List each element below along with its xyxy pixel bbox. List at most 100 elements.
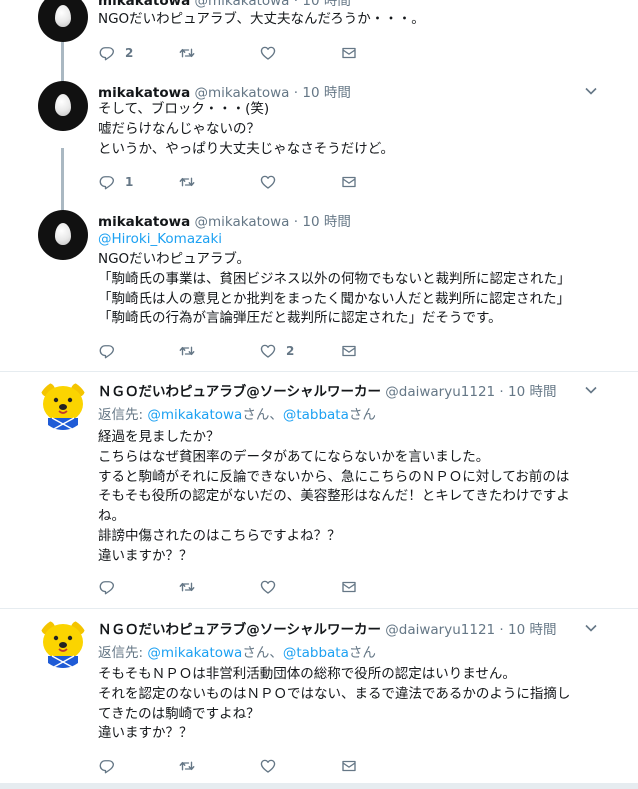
- chevron-down-icon[interactable]: [584, 383, 598, 397]
- retweet-icon: [179, 582, 195, 592]
- separator-dot: ·: [499, 384, 504, 400]
- envelope-icon: [342, 760, 356, 772]
- timestamp[interactable]: 10 時間: [302, 0, 350, 9]
- tweet-header: mikakatowa @mikakatowa · 10 時間: [98, 81, 351, 101]
- reply-button[interactable]: 2: [98, 43, 133, 63]
- like-button[interactable]: 2: [259, 341, 294, 361]
- mention-link[interactable]: @Hiroki_Komazaki: [98, 230, 608, 250]
- username[interactable]: @daiwaryu1121: [385, 384, 495, 400]
- separator-dot: ·: [293, 85, 299, 101]
- timestamp[interactable]: 10 時間: [508, 622, 556, 638]
- avatar[interactable]: [38, 618, 88, 668]
- avatar[interactable]: [38, 380, 88, 430]
- reply-prefix: 返信先:: [98, 645, 148, 661]
- envelope-icon: [342, 581, 356, 593]
- direct-message-button[interactable]: [340, 341, 358, 361]
- bear-avatar-image: [38, 380, 88, 430]
- egg-avatar-image: [55, 94, 71, 116]
- like-button[interactable]: [259, 756, 286, 776]
- tweet-actions: 1: [98, 172, 398, 192]
- heart-icon: [260, 580, 276, 594]
- heart-icon: [260, 759, 276, 773]
- timestamp[interactable]: 10 時間: [302, 214, 350, 230]
- reply-suffix: さん、: [242, 645, 283, 661]
- retweet-button[interactable]: [178, 577, 196, 597]
- reply-prefix: 返信先:: [98, 407, 148, 423]
- heart-icon: [260, 344, 276, 358]
- reply-user-link[interactable]: @tabbata: [283, 407, 349, 423]
- thread-line: [61, 42, 64, 86]
- tweet-text: NGOだいわピュアラブ。 「駒崎氏の事業は、貧困ビジネス以外の何物でもないと裁判…: [98, 251, 571, 327]
- bear-avatar-image: [38, 618, 88, 668]
- reply-user-link[interactable]: @mikakatowa: [147, 645, 242, 661]
- reply-user-link[interactable]: @tabbata: [283, 645, 349, 661]
- timestamp[interactable]: 10 時間: [302, 85, 350, 101]
- direct-message-button[interactable]: [340, 756, 358, 776]
- chevron-down-icon[interactable]: [584, 621, 598, 635]
- tweet-header: ＮＧＯだいわピュアラブ@ソーシャルワーカー @daiwaryu1121 · 10…: [98, 618, 557, 638]
- retweet-button[interactable]: [178, 341, 196, 361]
- avatar[interactable]: [38, 81, 88, 131]
- username[interactable]: @daiwaryu1121: [385, 622, 495, 638]
- display-name[interactable]: mikakatowa: [98, 0, 190, 9]
- like-button[interactable]: [259, 43, 286, 63]
- like-count: 2: [286, 344, 295, 358]
- display-name[interactable]: ＮＧＯだいわピュアラブ@ソーシャルワーカー: [98, 384, 381, 400]
- tweet-text: 経過を見ましたか？ こちらはなぜ貧困率のデータがあてにならないかを言いました。 …: [98, 429, 570, 564]
- reply-context: 返信先: @mikakatowaさん、@tabbataさん: [98, 403, 376, 423]
- reply-user-link[interactable]: @mikakatowa: [147, 407, 242, 423]
- retweet-icon: [179, 346, 195, 356]
- reply-button[interactable]: [98, 341, 125, 361]
- reply-button[interactable]: 1: [98, 172, 133, 192]
- retweet-button[interactable]: [178, 172, 196, 192]
- separator-dot: ·: [293, 214, 299, 230]
- timestamp[interactable]: 10 時間: [508, 384, 556, 400]
- tweet-text: そして、ブロック・・・(笑) 嘘だらけなんじゃないの？ というか、やっぱり大丈夫…: [98, 101, 395, 157]
- username[interactable]: @mikakatowa: [194, 214, 289, 230]
- separator-dot: ·: [499, 622, 504, 638]
- reply-count: 1: [125, 175, 134, 189]
- chevron-down-icon[interactable]: [584, 84, 598, 98]
- tweet-text: NGOだいわピュアラブ、大丈夫なんだろうか・・・。: [98, 11, 425, 27]
- egg-avatar-image: [55, 223, 71, 245]
- username[interactable]: @mikakatowa: [194, 0, 289, 9]
- retweet-icon: [179, 177, 195, 187]
- tweet-actions: [98, 577, 398, 597]
- reply-button[interactable]: [98, 577, 125, 597]
- direct-message-button[interactable]: [340, 43, 358, 63]
- reply-icon: [99, 581, 115, 595]
- retweet-button[interactable]: [178, 43, 196, 63]
- reply-suffix: さん、: [242, 407, 283, 423]
- envelope-icon: [342, 345, 356, 357]
- tweet-header: mikakatowa @mikakatowa · 10 時間: [98, 210, 351, 230]
- direct-message-button[interactable]: [340, 172, 358, 192]
- retweet-icon: [179, 761, 195, 771]
- tweet-header: mikakatowa @mikakatowa · 10 時間: [98, 0, 351, 9]
- tweet-actions: [98, 756, 398, 776]
- bottom-divider: [0, 783, 638, 789]
- tweet-divider: [0, 608, 638, 609]
- retweet-button[interactable]: [178, 756, 196, 776]
- display-name[interactable]: mikakatowa: [98, 85, 190, 101]
- heart-icon: [260, 175, 276, 189]
- username[interactable]: @mikakatowa: [194, 85, 289, 101]
- direct-message-button[interactable]: [340, 577, 358, 597]
- envelope-icon: [342, 176, 356, 188]
- avatar[interactable]: [38, 0, 88, 42]
- like-button[interactable]: [259, 577, 286, 597]
- egg-avatar-image: [55, 5, 71, 27]
- reply-suffix: さん: [348, 407, 376, 423]
- display-name[interactable]: mikakatowa: [98, 214, 190, 230]
- reply-button[interactable]: [98, 756, 125, 776]
- display-name[interactable]: ＮＧＯだいわピュアラブ@ソーシャルワーカー: [98, 622, 381, 638]
- reply-icon: [99, 47, 115, 61]
- reply-icon: [99, 345, 115, 359]
- like-button[interactable]: [259, 172, 286, 192]
- reply-icon: [99, 760, 115, 774]
- reply-count: 2: [125, 46, 134, 60]
- tweet-text: そもそもＮＰＯは非営利活動団体の総称で役所の認定はいりません。 それを認定のない…: [98, 666, 571, 742]
- tweet-header: ＮＧＯだいわピュアラブ@ソーシャルワーカー @daiwaryu1121 · 10…: [98, 380, 557, 400]
- retweet-icon: [179, 48, 195, 58]
- tweet-actions: 2: [98, 43, 398, 63]
- avatar[interactable]: [38, 210, 88, 260]
